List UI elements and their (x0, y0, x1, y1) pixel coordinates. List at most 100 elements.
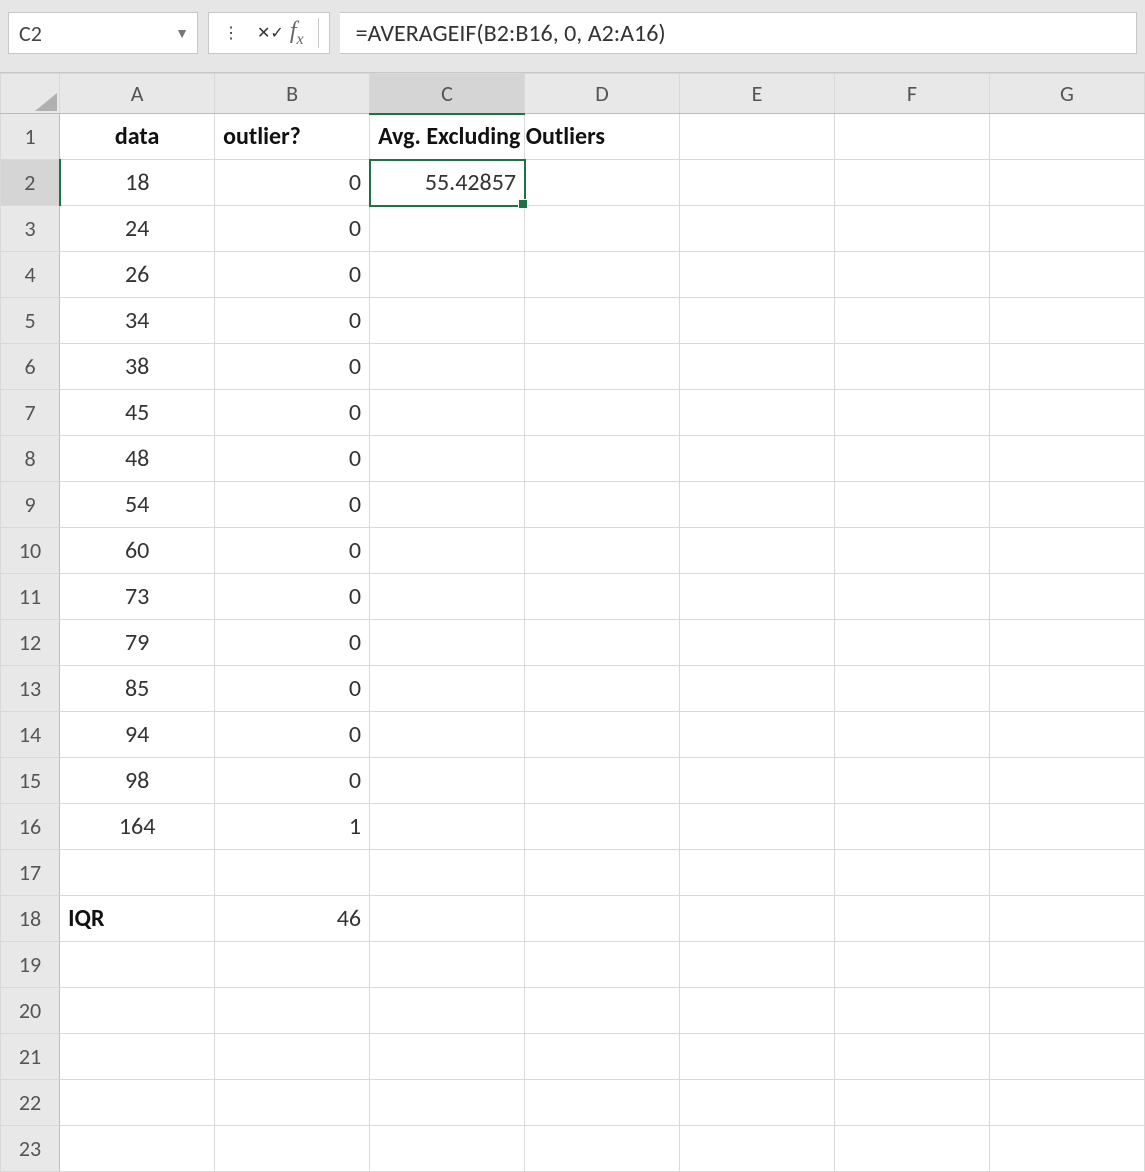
spreadsheet-grid[interactable]: A B C D E F G 1dataoutlier?Avg. Excludin… (0, 72, 1145, 1172)
cell-B2[interactable]: 0 (215, 160, 370, 206)
cell-F20[interactable] (834, 988, 989, 1034)
cell-E9[interactable] (680, 482, 835, 528)
cell-B11[interactable]: 0 (215, 574, 370, 620)
cell-D7[interactable] (525, 390, 680, 436)
cell-E3[interactable] (680, 206, 835, 252)
cell-D10[interactable] (525, 528, 680, 574)
col-header-D[interactable]: D (525, 74, 680, 114)
cell-G7[interactable] (989, 390, 1144, 436)
cell-E11[interactable] (680, 574, 835, 620)
cell-F6[interactable] (834, 344, 989, 390)
row-header[interactable]: 20 (1, 988, 60, 1034)
cell-D20[interactable] (525, 988, 680, 1034)
row-header[interactable]: 13 (1, 666, 60, 712)
cell-C23[interactable] (370, 1126, 525, 1172)
cell-D14[interactable] (525, 712, 680, 758)
cell-F1[interactable] (834, 114, 989, 160)
cell-E1[interactable] (680, 114, 835, 160)
cell-D19[interactable] (525, 942, 680, 988)
cell-D2[interactable] (525, 160, 680, 206)
cell-G13[interactable] (989, 666, 1144, 712)
cell-D11[interactable] (525, 574, 680, 620)
cell-B14[interactable]: 0 (215, 712, 370, 758)
cell-E23[interactable] (680, 1126, 835, 1172)
row-header[interactable]: 6 (1, 344, 60, 390)
cell-B23[interactable] (215, 1126, 370, 1172)
cell-B6[interactable]: 0 (215, 344, 370, 390)
cell-A12[interactable]: 79 (60, 620, 215, 666)
cell-A7[interactable]: 45 (60, 390, 215, 436)
cell-A19[interactable] (60, 942, 215, 988)
cell-B5[interactable]: 0 (215, 298, 370, 344)
cell-B8[interactable]: 0 (215, 436, 370, 482)
cell-C1[interactable]: Avg. Excluding Outliers (370, 114, 525, 160)
cell-G9[interactable] (989, 482, 1144, 528)
cell-D12[interactable] (525, 620, 680, 666)
cell-G23[interactable] (989, 1126, 1144, 1172)
cell-F12[interactable] (834, 620, 989, 666)
cell-G20[interactable] (989, 988, 1144, 1034)
chevron-down-icon[interactable]: ▼ (175, 25, 189, 42)
cell-G10[interactable] (989, 528, 1144, 574)
row-header[interactable]: 2 (1, 160, 60, 206)
row-header[interactable]: 5 (1, 298, 60, 344)
cell-C13[interactable] (370, 666, 525, 712)
cell-G15[interactable] (989, 758, 1144, 804)
cell-A11[interactable]: 73 (60, 574, 215, 620)
cell-F3[interactable] (834, 206, 989, 252)
cell-G6[interactable] (989, 344, 1144, 390)
formula-bar-input[interactable]: =AVERAGEIF(B2:B16, 0, A2:A16) (340, 12, 1137, 54)
cell-E5[interactable] (680, 298, 835, 344)
cell-E10[interactable] (680, 528, 835, 574)
cell-G14[interactable] (989, 712, 1144, 758)
cell-G19[interactable] (989, 942, 1144, 988)
row-header[interactable]: 7 (1, 390, 60, 436)
cell-G3[interactable] (989, 206, 1144, 252)
cell-B1[interactable]: outlier? (215, 114, 370, 160)
cell-G12[interactable] (989, 620, 1144, 666)
cell-B10[interactable]: 0 (215, 528, 370, 574)
col-header-A[interactable]: A (60, 74, 215, 114)
cell-G18[interactable] (989, 896, 1144, 942)
cell-F10[interactable] (834, 528, 989, 574)
cell-D8[interactable] (525, 436, 680, 482)
cell-D15[interactable] (525, 758, 680, 804)
cell-A20[interactable] (60, 988, 215, 1034)
row-header[interactable]: 19 (1, 942, 60, 988)
cell-A1[interactable]: data (60, 114, 215, 160)
cell-C14[interactable] (370, 712, 525, 758)
cell-E6[interactable] (680, 344, 835, 390)
cell-C2[interactable]: 55.42857 (370, 160, 525, 206)
cell-C7[interactable] (370, 390, 525, 436)
cell-F14[interactable] (834, 712, 989, 758)
cell-E15[interactable] (680, 758, 835, 804)
cell-A5[interactable]: 34 (60, 298, 215, 344)
cell-C8[interactable] (370, 436, 525, 482)
cell-A13[interactable]: 85 (60, 666, 215, 712)
row-header[interactable]: 9 (1, 482, 60, 528)
row-header[interactable]: 10 (1, 528, 60, 574)
cell-C3[interactable] (370, 206, 525, 252)
cell-C20[interactable] (370, 988, 525, 1034)
cell-B13[interactable]: 0 (215, 666, 370, 712)
cell-F8[interactable] (834, 436, 989, 482)
cell-B19[interactable] (215, 942, 370, 988)
cell-F7[interactable] (834, 390, 989, 436)
cell-G16[interactable] (989, 804, 1144, 850)
col-header-F[interactable]: F (834, 74, 989, 114)
cell-G4[interactable] (989, 252, 1144, 298)
cell-F19[interactable] (834, 942, 989, 988)
cell-C15[interactable] (370, 758, 525, 804)
cell-E4[interactable] (680, 252, 835, 298)
cell-E12[interactable] (680, 620, 835, 666)
row-header[interactable]: 1 (1, 114, 60, 160)
cell-F18[interactable] (834, 896, 989, 942)
name-box[interactable]: C2 ▼ (8, 12, 198, 54)
cell-A18[interactable]: IQR (60, 896, 215, 942)
row-header[interactable]: 4 (1, 252, 60, 298)
cell-E7[interactable] (680, 390, 835, 436)
cell-A15[interactable]: 98 (60, 758, 215, 804)
cell-E2[interactable] (680, 160, 835, 206)
fx-icon[interactable]: fx (284, 18, 319, 49)
cell-B15[interactable]: 0 (215, 758, 370, 804)
